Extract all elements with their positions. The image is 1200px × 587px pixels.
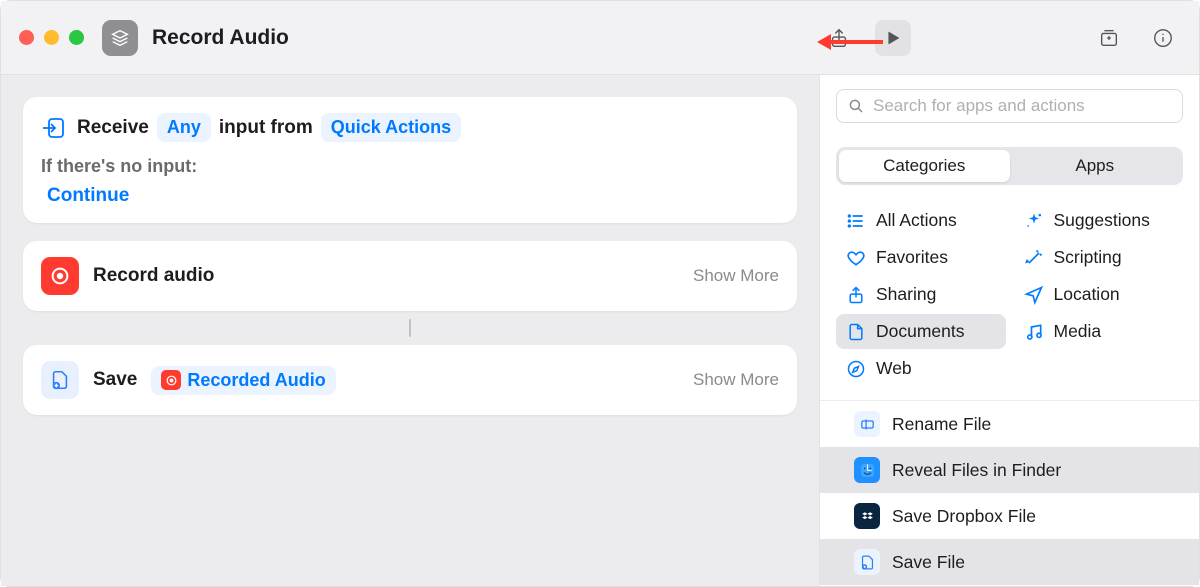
- save-file-icon: [854, 549, 880, 575]
- list-item-save-file[interactable]: Save File: [820, 539, 1199, 585]
- titlebar: Record Audio: [1, 1, 1199, 75]
- action-title: Save: [93, 369, 137, 391]
- dropbox-icon: [854, 503, 880, 529]
- search-icon: [847, 97, 865, 115]
- info-button[interactable]: [1145, 20, 1181, 56]
- window-title: Record Audio: [152, 26, 821, 50]
- show-more-button[interactable]: Show More: [693, 266, 779, 286]
- finder-icon: [854, 457, 880, 483]
- library-sidebar: Categories Apps All Actions Suggestions …: [819, 75, 1199, 586]
- shortcut-icon: [102, 20, 138, 56]
- category-sharing[interactable]: Sharing: [836, 277, 1006, 312]
- list-icon: [846, 211, 866, 231]
- zoom-window-icon[interactable]: [69, 30, 84, 45]
- variable-chip[interactable]: Recorded Audio: [151, 366, 335, 395]
- input-source-token[interactable]: Quick Actions: [321, 113, 461, 142]
- search-input[interactable]: [873, 96, 1172, 116]
- no-input-label: If there's no input:: [41, 156, 779, 177]
- tab-categories[interactable]: Categories: [839, 150, 1010, 182]
- sparkle-icon: [1024, 211, 1044, 231]
- category-scripting[interactable]: Scripting: [1014, 240, 1184, 275]
- workflow-canvas: Receive Any input from Quick Actions If …: [1, 75, 819, 586]
- share-button[interactable]: [821, 20, 857, 56]
- search-field[interactable]: [836, 89, 1183, 123]
- library-tabs: Categories Apps: [836, 147, 1183, 185]
- heart-icon: [846, 248, 866, 268]
- record-icon: [161, 370, 181, 390]
- action-save-file[interactable]: Save Recorded Audio Show More: [23, 345, 797, 415]
- category-media[interactable]: Media: [1014, 314, 1184, 349]
- input-icon: [41, 115, 67, 141]
- receive-label: Receive: [77, 117, 149, 139]
- rename-icon: [854, 411, 880, 437]
- list-item-reveal-in-finder[interactable]: Reveal Files in Finder: [820, 447, 1199, 493]
- library-toggle-button[interactable]: [1091, 20, 1127, 56]
- category-web[interactable]: Web: [836, 351, 1006, 386]
- close-window-icon[interactable]: [19, 30, 34, 45]
- action-title: Record audio: [93, 265, 214, 287]
- tab-apps[interactable]: Apps: [1010, 150, 1181, 182]
- record-icon: [41, 257, 79, 295]
- share-icon: [846, 285, 866, 305]
- variable-label: Recorded Audio: [187, 370, 325, 391]
- music-icon: [1024, 322, 1044, 342]
- list-item-rename-file[interactable]: Rename File: [820, 401, 1199, 447]
- category-grid: All Actions Suggestions Favorites Script…: [820, 193, 1199, 400]
- category-all-actions[interactable]: All Actions: [836, 203, 1006, 238]
- document-icon: [846, 322, 866, 342]
- category-suggestions[interactable]: Suggestions: [1014, 203, 1184, 238]
- minimize-window-icon[interactable]: [44, 30, 59, 45]
- action-connector: [409, 319, 411, 337]
- run-button[interactable]: [875, 20, 911, 56]
- action-record-audio[interactable]: Record audio Show More: [23, 241, 797, 311]
- category-documents[interactable]: Documents: [836, 314, 1006, 349]
- category-location[interactable]: Location: [1014, 277, 1184, 312]
- action-list: Rename File Reveal Files in Finder Save …: [820, 400, 1199, 586]
- category-favorites[interactable]: Favorites: [836, 240, 1006, 275]
- window-controls: [19, 30, 84, 45]
- save-file-icon: [41, 361, 79, 399]
- input-from-label: input from: [219, 117, 313, 139]
- list-item-select-file[interactable]: Select File: [820, 585, 1199, 586]
- trigger-card[interactable]: Receive Any input from Quick Actions If …: [23, 97, 797, 223]
- show-more-button[interactable]: Show More: [693, 370, 779, 390]
- input-type-token[interactable]: Any: [157, 113, 211, 142]
- compass-icon: [846, 359, 866, 379]
- list-item-save-dropbox-file[interactable]: Save Dropbox File: [820, 493, 1199, 539]
- no-input-behavior-token[interactable]: Continue: [41, 181, 135, 210]
- wand-icon: [1024, 248, 1044, 268]
- location-arrow-icon: [1024, 285, 1044, 305]
